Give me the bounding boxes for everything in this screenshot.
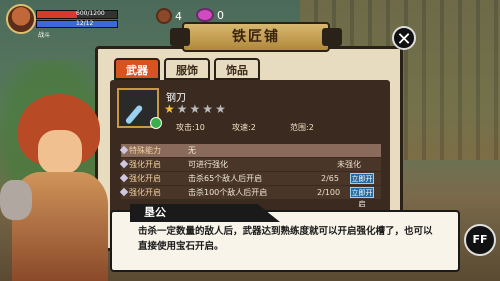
equipped-check-icon	[150, 117, 162, 129]
dialogue-text: 击杀一定数量的敌人后，武器达到熟练度就可以开启强化槽了，也可以直接使用宝石开启。	[138, 226, 433, 252]
npc-character	[0, 80, 125, 281]
enhance-slot-row: 强化开启 可进行强化 未强化	[119, 158, 381, 171]
coin-icon	[156, 8, 172, 24]
coin-count: 4	[175, 9, 182, 23]
attack-stat: 攻击:10	[176, 122, 205, 133]
star-icon: ★	[176, 102, 188, 116]
row-label: 强化开启	[129, 188, 161, 197]
coin-counter: 4	[156, 8, 182, 24]
row-value: 击杀100个敌人后开启	[188, 188, 268, 197]
level-text: 战斗	[38, 32, 51, 39]
enhance-slot-row: 强化开启 击杀65个敌人后开启 2/65 立即开启	[119, 172, 381, 194]
row-label: 强化开启	[129, 174, 161, 183]
panel-title: 铁匠铺	[170, 22, 342, 52]
tab-accessory[interactable]: 饰品	[214, 58, 260, 80]
kill-progress: 2/65	[321, 174, 339, 183]
row-value: 可进行强化	[188, 160, 228, 169]
speed-label: 攻速:	[232, 123, 251, 132]
speed-value: 2	[250, 123, 256, 132]
player-hud: 600/1200 12/12 战斗	[6, 4, 121, 39]
row-value: 击杀65个敌人后开启	[188, 174, 263, 183]
attack-label: 攻击:	[176, 123, 195, 132]
range-value: 2	[308, 123, 314, 132]
character-face	[38, 130, 82, 174]
row-label: 特殊能力	[129, 146, 161, 155]
special-ability-row: 特殊能力 无	[119, 144, 381, 157]
unlock-now-button[interactable]: 立即开启	[350, 173, 374, 194]
star-icon: ★	[189, 102, 201, 116]
tab-weapon[interactable]: 武器	[114, 58, 160, 80]
star-icon: ★	[215, 102, 226, 116]
star-icon: ★	[202, 102, 214, 116]
row-label: 强化开启	[129, 160, 161, 169]
gem-counter: 0	[196, 8, 224, 22]
player-avatar[interactable]	[6, 4, 36, 34]
unlock-now-button[interactable]: 立即开启	[350, 187, 374, 208]
mp-text: 12/12	[76, 20, 94, 27]
fast-forward-button[interactable]: FF	[464, 224, 496, 256]
kill-progress: 2/100	[317, 188, 341, 197]
hp-text: 600/1200	[76, 10, 105, 17]
hp-bar-fill	[37, 11, 77, 18]
item-star-rating: ★ ★ ★ ★ ★	[164, 103, 226, 115]
speed-stat: 攻速:2	[232, 122, 256, 133]
character-armor	[0, 180, 32, 220]
tab-clothing[interactable]: 服饰	[164, 58, 210, 80]
gem-count: 0	[217, 8, 224, 22]
gem-icon	[196, 8, 214, 22]
row-value: 无	[188, 146, 196, 155]
range-stat: 范围:2	[290, 122, 314, 133]
enhance-status: 未强化	[337, 160, 361, 169]
star-icon: ★	[164, 102, 175, 116]
speaker-name: 垦公	[130, 204, 280, 222]
range-label: 范围:	[290, 123, 309, 132]
sword-icon	[124, 104, 144, 125]
attack-value: 10	[194, 123, 205, 132]
enhance-slot-row: 强化开启 击杀100个敌人后开启 2/100 立即开启	[119, 186, 381, 208]
close-button[interactable]: ✕	[392, 26, 416, 50]
